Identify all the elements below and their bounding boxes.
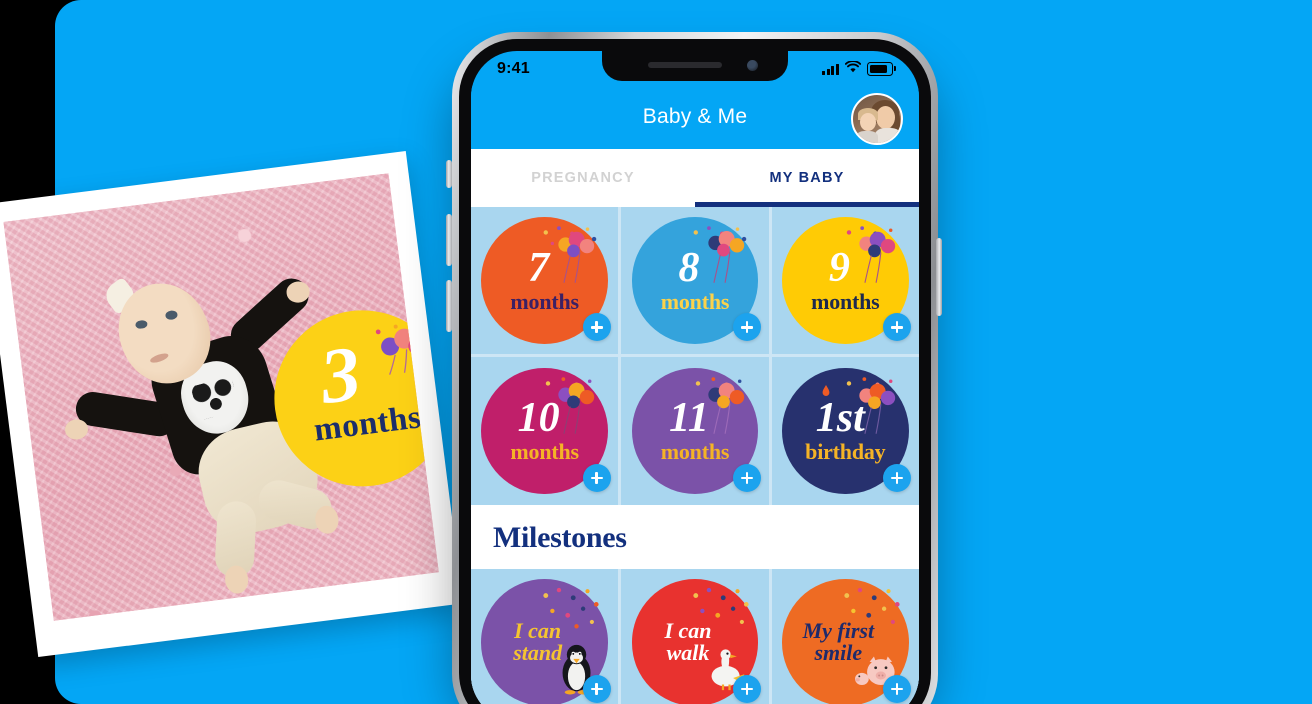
badge-cell[interactable]: 11 months [621,357,769,505]
badge-number: 11 [669,394,709,441]
add-photo-button[interactable] [582,675,611,704]
milestone-cards-grid: I can stand I can walk My first smile [471,568,919,704]
badge-10-months[interactable]: 10 months [481,367,611,495]
section-title: Milestones [493,520,627,554]
phone-mockup: 9:41 Baby & Me PREGNANCY MY BABY 7 month… [444,28,944,704]
badge-cell[interactable]: 7 months [471,207,619,355]
add-photo-button[interactable] [732,675,761,704]
tab-bar: PREGNANCY MY BABY [471,149,919,207]
milestones-section-header: Milestones [471,504,919,569]
tab-pregnancy[interactable]: PREGNANCY [471,149,695,207]
phone-screen: 9:41 Baby & Me PREGNANCY MY BABY 7 month… [471,51,919,704]
badge-9-months[interactable]: 9 months [781,217,912,344]
tab-my-baby[interactable]: MY BABY [695,149,919,207]
add-photo-button[interactable] [732,463,761,492]
add-photo-button[interactable] [883,313,912,342]
signal-bars-icon [822,63,839,75]
badge-cell[interactable]: 10 months [471,357,619,505]
badge-1st-birthday[interactable]: 1st birthday [781,367,912,495]
screenshot-stage: 3 months 9:41 Baby & Me PREGNANCY MY BAB… [0,0,1312,704]
badge-word: months [660,438,730,464]
milestone-line-1: I can [664,618,712,644]
milestone-cell[interactable]: I can stand [471,568,619,704]
earpiece-speaker [648,62,722,68]
page-title: Baby & Me [642,105,748,128]
polaroid-photo: 3 months [0,150,463,658]
badge-number: 8 [678,244,700,291]
badge-cell[interactable]: 8 months [621,207,769,355]
volume-up-button[interactable] [446,214,452,266]
badge-number: 7 [528,244,550,291]
add-photo-button[interactable] [582,313,611,342]
badge-number-text: 1st [815,394,865,441]
milestone-i-can-walk[interactable]: I can walk [631,578,761,704]
badge-word: birthday [805,438,886,464]
front-camera [747,60,758,71]
badge-number: 9 [828,244,850,291]
power-button[interactable] [936,238,942,316]
balloons-icon [852,227,900,284]
milestone-cell[interactable]: I can walk [621,568,769,704]
month-badges-grid: 7 months 8 months 9 months 10 months 11 … [471,207,919,505]
phone-notch [602,51,788,81]
balloons-icon [551,227,599,284]
add-photo-button[interactable] [582,463,611,492]
badge-word: months [510,438,579,464]
candle-flame-icon [822,384,830,396]
badge-11-months[interactable]: 11 months [631,367,761,495]
badge-7-months[interactable]: 7 months [481,217,611,344]
battery-icon [867,62,896,76]
polaroid-image: 3 months [3,173,439,621]
badge-word: months [660,288,730,314]
add-photo-button[interactable] [732,313,761,342]
badge-word: months [811,288,880,314]
badge-number: 1st [815,384,865,441]
badge-word: months [510,288,579,314]
content-area: 7 months 8 months 9 months 10 months 11 … [471,207,919,704]
balloons-icon [701,227,749,284]
status-time: 9:41 [497,60,530,77]
badge-8-months[interactable]: 8 months [631,217,761,344]
mute-switch[interactable] [446,160,452,188]
milestone-line-1: My first [802,618,875,644]
badge-number: 10 [517,394,560,441]
milestone-my-first-smile[interactable]: My first smile [781,578,912,704]
add-photo-button[interactable] [883,675,912,704]
milestone-cell[interactable]: My first smile [771,568,919,704]
badge-cell[interactable]: 1st birthday [771,357,919,505]
badge-cell[interactable]: 9 months [771,207,919,355]
milestone-line-1: I can [514,618,562,644]
wifi-icon [844,60,862,78]
app-bar: Baby & Me [471,85,919,149]
milestone-i-can-stand[interactable]: I can stand [481,578,611,704]
avatar[interactable] [851,93,903,145]
add-photo-button[interactable] [883,463,912,492]
volume-down-button[interactable] [446,280,452,332]
